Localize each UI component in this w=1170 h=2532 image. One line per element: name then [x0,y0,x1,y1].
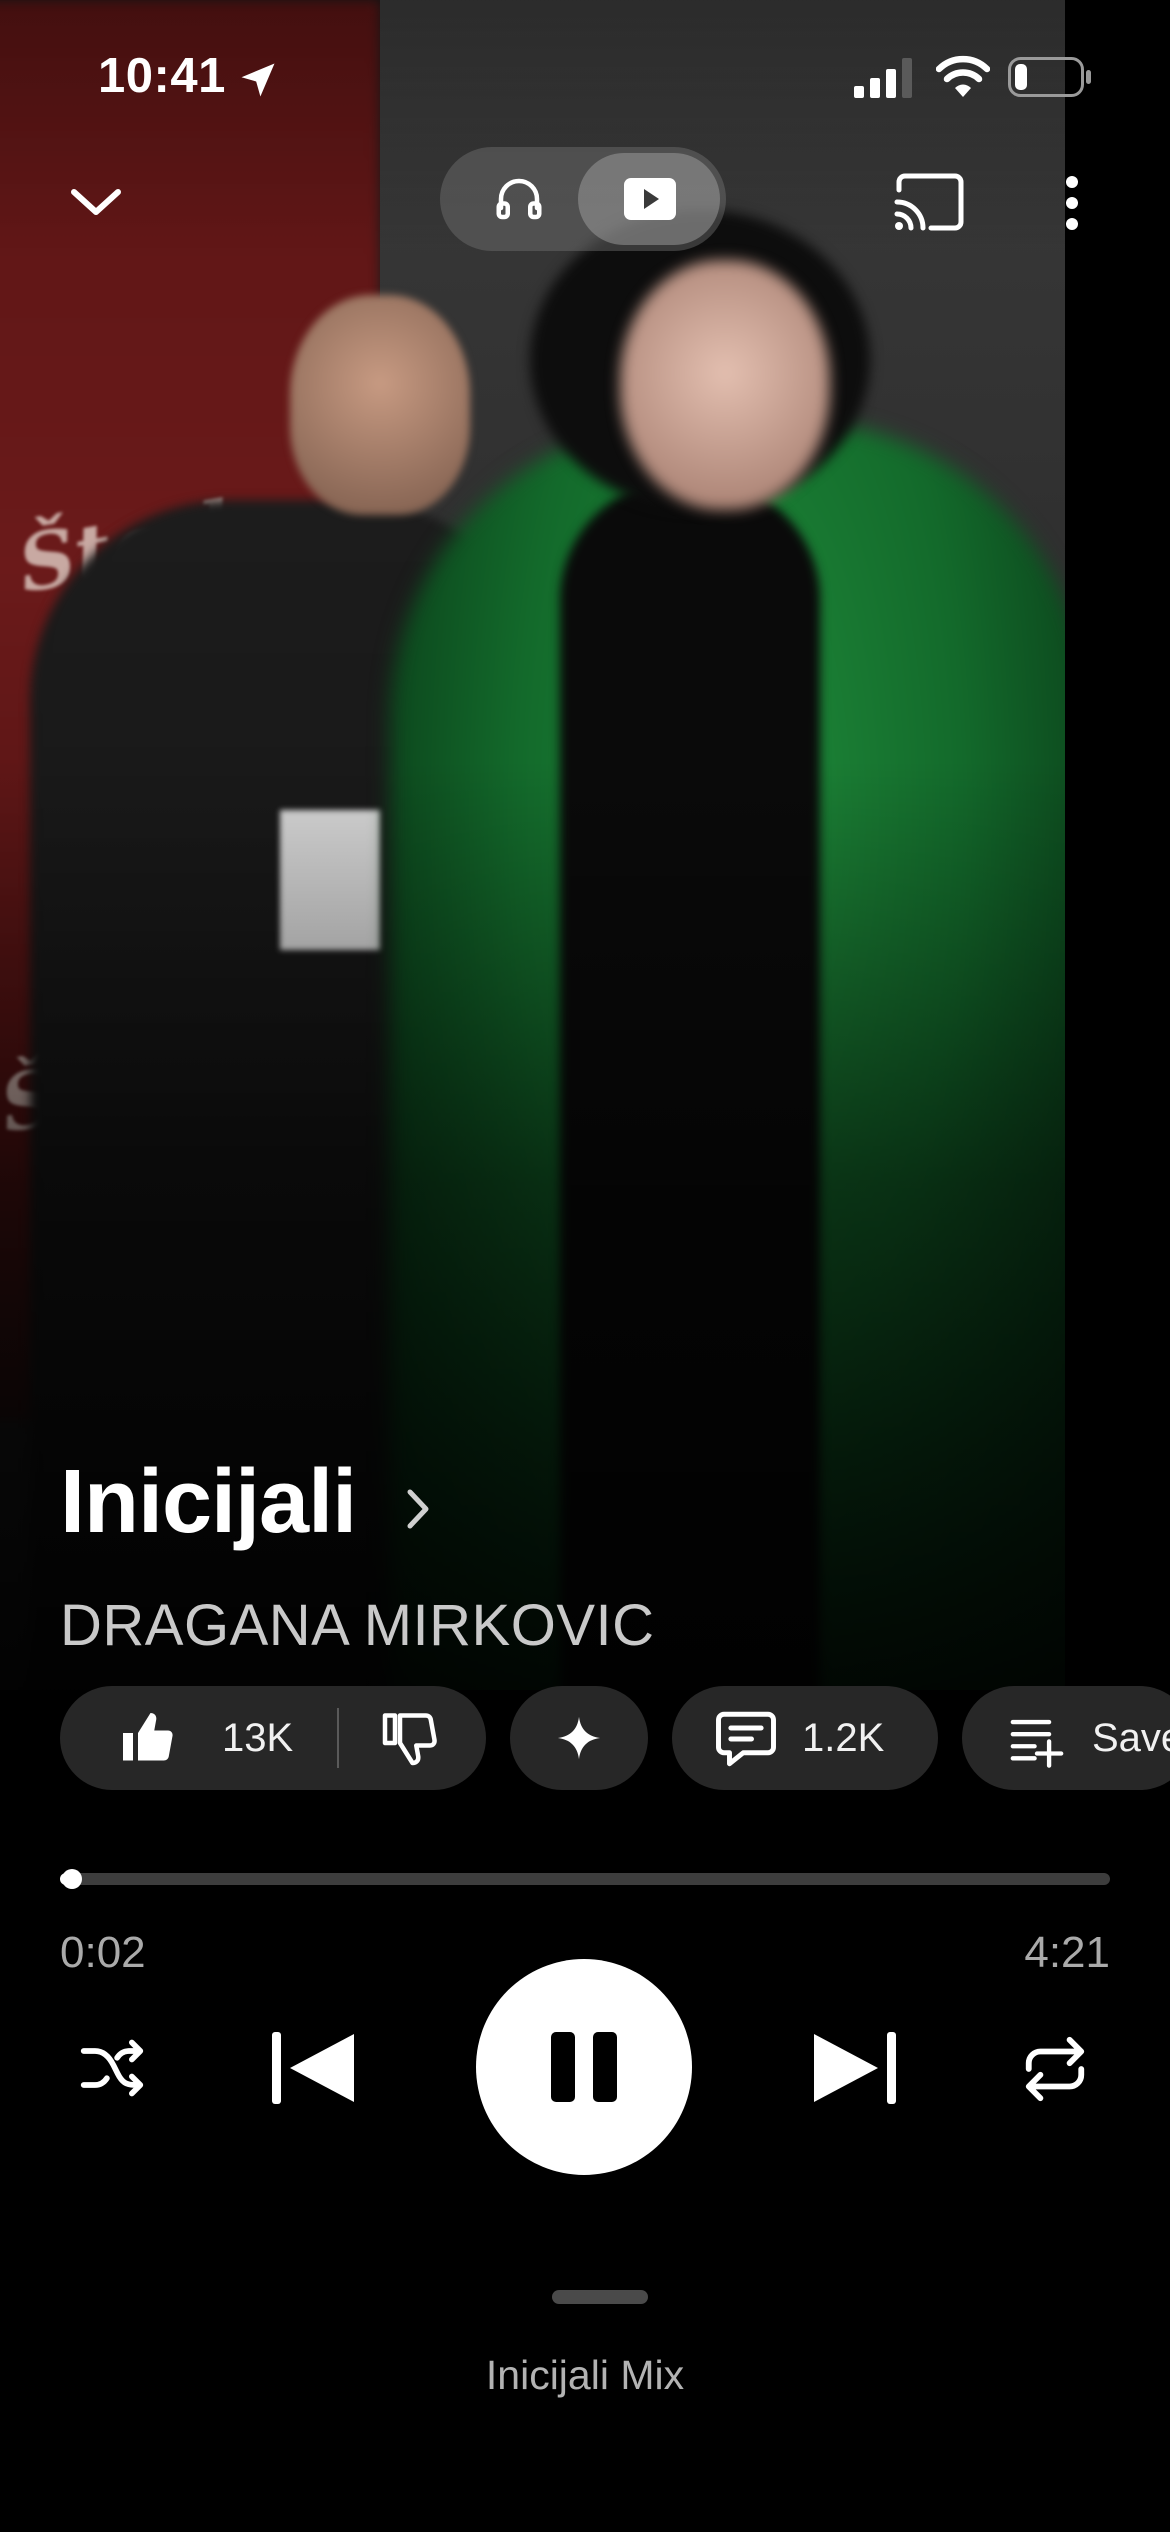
progress-scrubber[interactable] [62,1869,82,1889]
thumbs-down-icon[interactable] [378,1708,442,1768]
repeat-icon[interactable] [1020,2034,1090,2104]
chevron-right-icon[interactable] [400,1484,436,1534]
progress-track[interactable] [60,1873,1110,1885]
location-arrow-icon [241,63,275,97]
skip-next-icon[interactable] [810,2030,900,2106]
comments-button[interactable]: 1.2K [672,1686,938,1790]
video-gradient-overlay [0,0,1065,1690]
pause-icon [551,2032,617,2102]
song-title[interactable]: Inicijali [60,1452,357,1552]
up-next-label[interactable]: Inicijali Mix [0,2352,1170,2399]
save-button[interactable]: Save [962,1686,1170,1790]
play-rectangle-icon[interactable] [622,174,678,224]
duration-time: 4:21 [1024,1928,1110,1977]
cast-icon[interactable] [893,172,965,232]
elapsed-time: 0:02 [60,1928,146,1977]
up-next-handle[interactable] [552,2290,648,2304]
save-label: Save [1092,1716,1170,1760]
cell-signal-icon [854,58,912,98]
like-dislike-chip: 13K [60,1686,486,1790]
shuffle-icon[interactable] [78,2034,146,2102]
ask-button[interactable] [510,1686,648,1790]
pause-button[interactable] [476,1959,692,2175]
thumbs-up-filled-icon[interactable] [116,1708,180,1768]
more-vertical-icon[interactable] [1060,172,1084,234]
headphones-icon[interactable] [492,172,546,226]
wifi-icon [936,55,990,97]
like-button[interactable] [60,1686,335,1790]
artist-name[interactable]: DRAGANA MIRKOVIC [60,1594,655,1658]
comment-count: 1.2K [802,1716,885,1760]
comment-icon [716,1711,776,1767]
sparkle-icon [557,1716,601,1760]
home-indicator [390,2494,780,2508]
status-time: 10:41 [98,49,226,103]
battery-low-icon [1008,57,1091,97]
playlist-add-icon [1010,1719,1064,1768]
chip-divider [337,1708,339,1768]
like-count: 13K [222,1716,294,1760]
chevron-down-icon[interactable] [66,176,126,224]
skip-previous-icon[interactable] [268,2030,358,2106]
video-player[interactable]: Štark Štark [0,0,1065,1690]
